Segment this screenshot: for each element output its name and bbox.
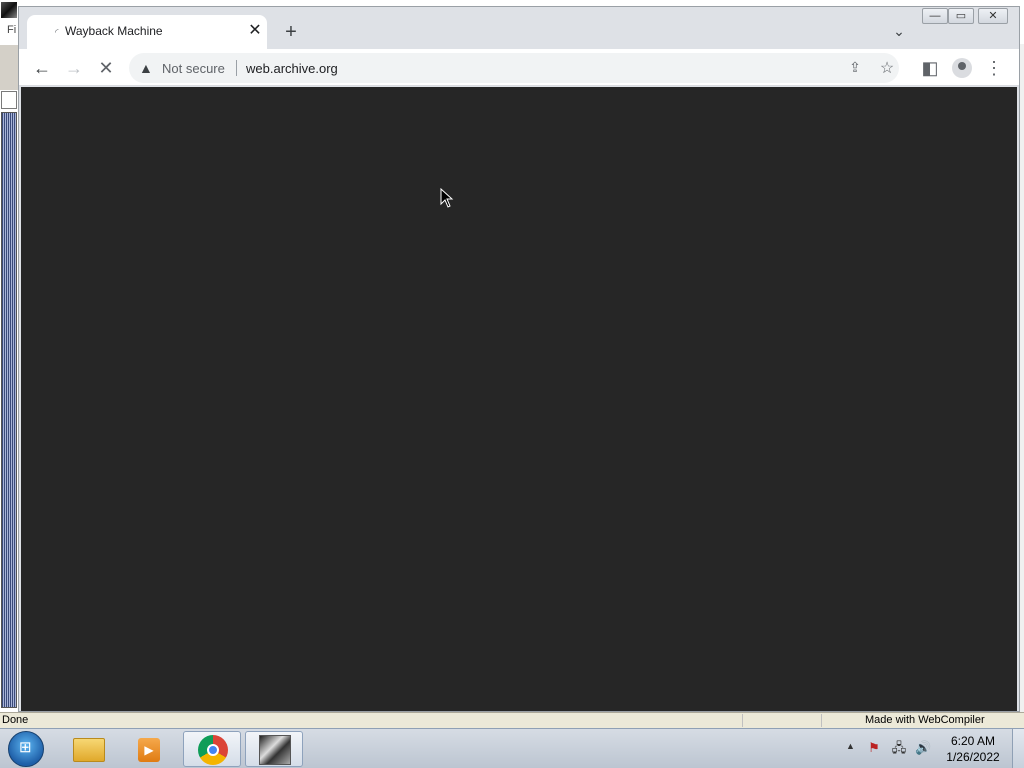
host-menu-file[interactable]: Fi bbox=[0, 24, 18, 40]
start-button[interactable]: ⊞ bbox=[8, 731, 44, 767]
new-tab-button[interactable]: + bbox=[279, 21, 303, 45]
loading-spinner-icon: ◜ bbox=[55, 27, 59, 37]
close-window-button[interactable]: ✕ bbox=[978, 8, 1008, 24]
mouse-cursor-icon bbox=[440, 188, 454, 208]
share-icon[interactable]: ⇪ bbox=[845, 59, 865, 79]
browser-menu-icon[interactable]: ⋮ bbox=[981, 55, 1007, 81]
forward-button[interactable]: → bbox=[61, 55, 87, 81]
side-panel-icon[interactable]: ◧ bbox=[917, 55, 943, 81]
clock-time: 6:20 AM bbox=[950, 734, 996, 748]
tab-title: Wayback Machine bbox=[65, 24, 163, 38]
profile-avatar-button[interactable] bbox=[949, 55, 975, 81]
taskbar-chrome[interactable] bbox=[183, 731, 241, 767]
close-tab-icon[interactable]: ✕ bbox=[245, 21, 265, 41]
show-hidden-icons-button[interactable]: ▲ bbox=[846, 741, 855, 751]
warning-icon[interactable]: ▲ bbox=[139, 60, 155, 76]
security-label[interactable]: Not secure bbox=[162, 61, 225, 76]
legacy-app-icon bbox=[259, 735, 291, 765]
host-status-bar: Done Made with WebCompiler bbox=[0, 712, 1024, 728]
host-app-icon[interactable] bbox=[1, 2, 17, 18]
taskbar-explorer[interactable] bbox=[60, 731, 118, 767]
maximize-button[interactable]: ▭ bbox=[948, 8, 974, 24]
system-clock[interactable]: 6:20 AM 1/26/2022 bbox=[940, 733, 1006, 765]
network-icon[interactable]: 🖧 bbox=[891, 740, 907, 756]
tab-strip: ◜ Wayback Machine ✕ + ⌄ — ▭ ✕ bbox=[19, 7, 1019, 49]
host-status-credit: Made with WebCompiler bbox=[865, 714, 985, 726]
host-scrollbar[interactable] bbox=[1, 112, 17, 708]
media-player-icon: ▶ bbox=[138, 738, 160, 762]
folder-icon bbox=[73, 738, 105, 762]
avatar-icon bbox=[952, 58, 972, 78]
host-status-pane bbox=[742, 714, 822, 727]
address-bar[interactable]: ▲ Not secure web.archive.org ⇪ ☆ bbox=[129, 53, 899, 83]
tab-wayback-machine[interactable]: ◜ Wayback Machine ✕ bbox=[27, 15, 267, 49]
taskbar-legacy-app[interactable] bbox=[245, 731, 303, 767]
page-viewport[interactable] bbox=[21, 87, 1017, 711]
back-button[interactable]: ← bbox=[29, 55, 55, 81]
host-toolbar bbox=[0, 44, 18, 90]
show-desktop-button[interactable] bbox=[1012, 729, 1024, 768]
bookmark-star-icon[interactable]: ☆ bbox=[877, 58, 897, 78]
taskbar-media-player[interactable]: ▶ bbox=[120, 731, 178, 767]
clock-date: 1/26/2022 bbox=[946, 750, 1000, 764]
stop-loading-button[interactable]: ✕ bbox=[93, 55, 119, 81]
tab-search-chevron-icon[interactable]: ⌄ bbox=[889, 23, 909, 43]
host-status-text: Done bbox=[2, 714, 29, 726]
address-url[interactable]: web.archive.org bbox=[246, 61, 338, 76]
action-center-flag-icon[interactable]: ⚑ bbox=[866, 740, 882, 756]
windows-logo-icon: ⊞ bbox=[19, 739, 32, 756]
browser-toolbar: ← → ✕ ▲ Not secure web.archive.org ⇪ ☆ ◧… bbox=[19, 49, 1019, 86]
taskbar: ⊞ ▶ ▲ ⚑ 🖧 🔊 6:20 AM 1/26/2022 bbox=[0, 728, 1024, 768]
minimize-button[interactable]: — bbox=[922, 8, 948, 24]
chrome-icon bbox=[198, 735, 228, 765]
volume-icon[interactable]: 🔊 bbox=[915, 740, 931, 756]
address-divider bbox=[236, 60, 237, 76]
host-input-field[interactable] bbox=[1, 91, 17, 109]
browser-window: ◜ Wayback Machine ✕ + ⌄ — ▭ ✕ ← → ✕ ▲ No… bbox=[18, 6, 1020, 712]
